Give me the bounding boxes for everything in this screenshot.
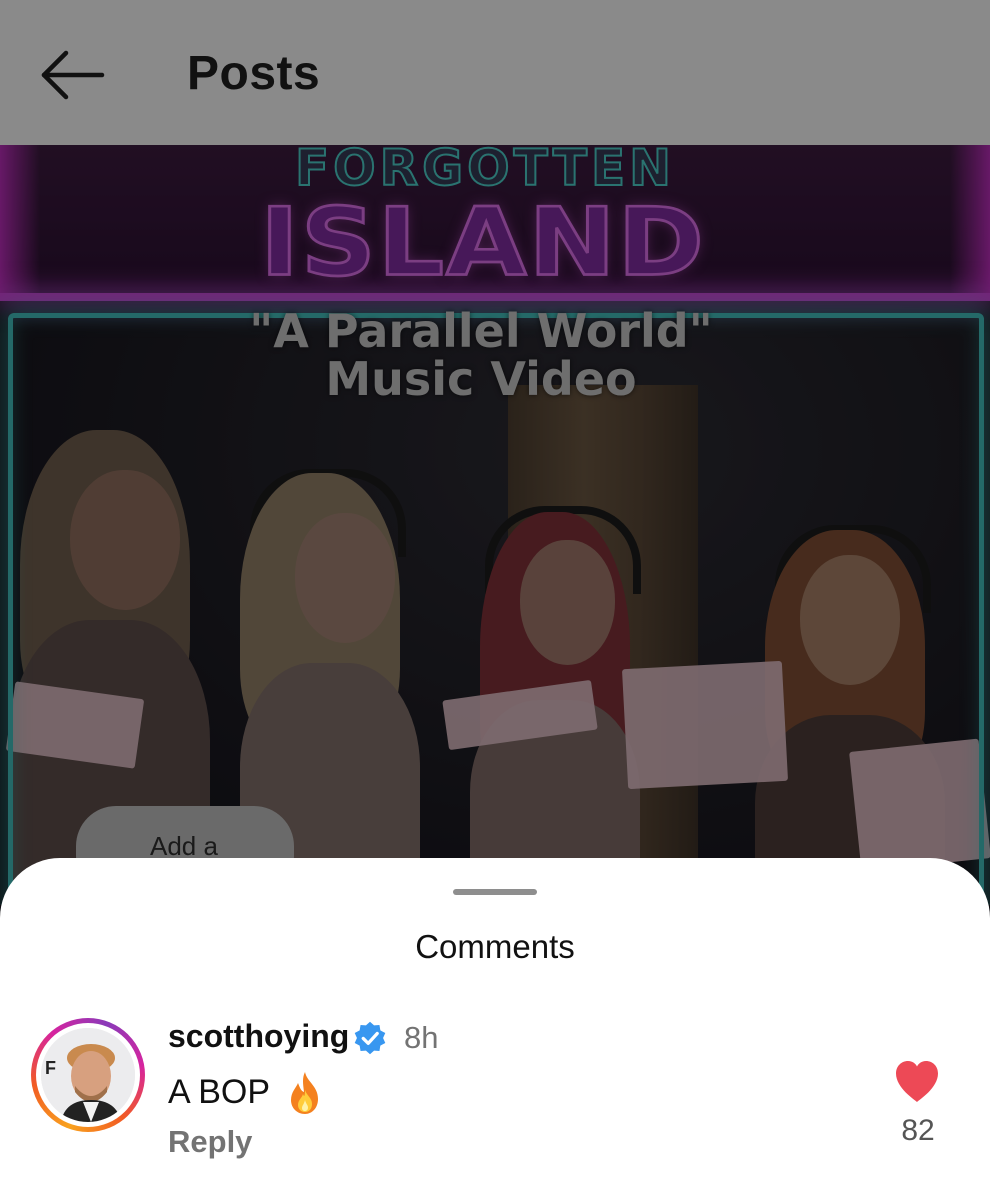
- story-ring[interactable]: F: [31, 1018, 145, 1132]
- comment-time: 8h: [404, 1020, 439, 1055]
- like-count: 82: [901, 1114, 935, 1147]
- arrow-left-icon: [41, 50, 105, 100]
- back-button[interactable]: [36, 44, 106, 106]
- fire-icon: [291, 1072, 318, 1114]
- svg-text:F: F: [45, 1058, 56, 1078]
- avatar: F: [41, 1028, 135, 1122]
- comment-username[interactable]: scotthoying: [168, 1018, 349, 1055]
- comment-item: F scotthoying 8h A BOP Reply 82: [0, 1018, 990, 1188]
- page-title: Posts: [187, 47, 321, 100]
- reply-button[interactable]: Reply: [168, 1124, 252, 1160]
- heart-icon[interactable]: [892, 1058, 942, 1104]
- post-image[interactable]: FORGOTTEN ISLAND "A Parallel World" Musi…: [0, 145, 990, 905]
- header-bar: Posts: [0, 0, 990, 145]
- modal-scrim: [0, 145, 990, 905]
- verified-badge-icon: [354, 1021, 386, 1055]
- avatar-photo: F: [41, 1028, 135, 1122]
- drag-handle[interactable]: [453, 889, 537, 895]
- comments-title: Comments: [415, 928, 575, 965]
- comments-sheet: Comments F scotthoying 8h A BOP Reply 82: [0, 858, 990, 1200]
- comment-text: A BOP: [168, 1073, 271, 1111]
